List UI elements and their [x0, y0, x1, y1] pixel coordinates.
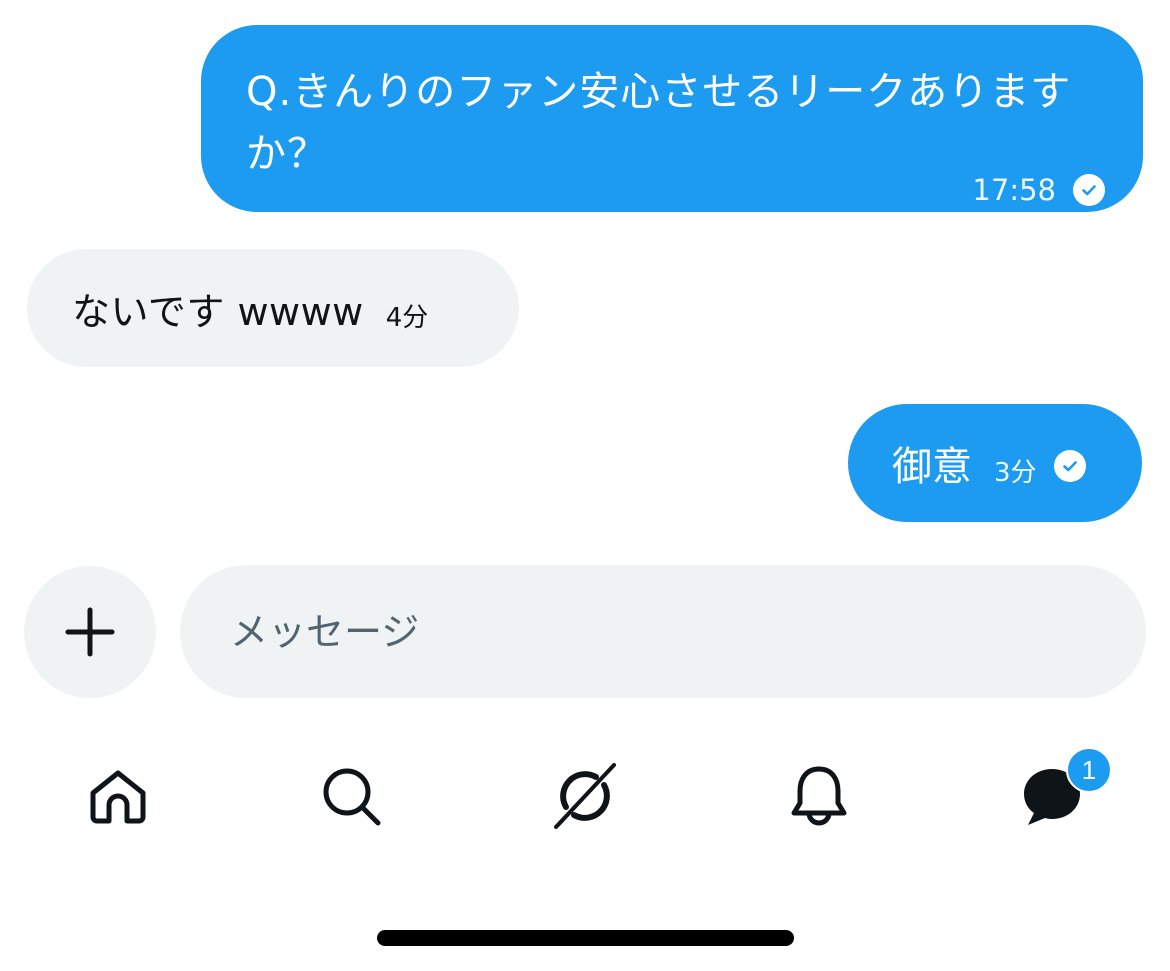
grok-icon — [554, 763, 616, 829]
message-input[interactable] — [230, 565, 1110, 698]
nav-grok-tab[interactable] — [549, 760, 621, 832]
nav-search-tab[interactable] — [315, 760, 387, 832]
plus-icon — [65, 607, 115, 657]
message-bubble-incoming[interactable]: ないです wwww 4分 — [27, 249, 519, 367]
message-bubble-outgoing[interactable]: Q.きんりのファン安心させるリークありますか？ 17:58 — [201, 25, 1143, 212]
home-indicator — [377, 930, 794, 946]
message-text: ないです wwww — [72, 289, 364, 334]
message-input-container[interactable] — [180, 565, 1146, 698]
read-check-icon — [1073, 174, 1105, 206]
message-time: 3分 — [994, 457, 1037, 488]
message-text: Q.きんりのファン安心させるリークありますか？ — [246, 69, 1072, 177]
nav-notifications-tab[interactable] — [783, 760, 855, 832]
read-check-icon — [1053, 450, 1086, 482]
messages-unread-badge: 1 — [1066, 747, 1112, 793]
home-icon — [90, 770, 146, 824]
message-text: 御意 — [892, 444, 972, 490]
message-bubble-outgoing[interactable]: 御意 3分 — [848, 404, 1142, 522]
message-time: 17:58 — [972, 173, 1056, 207]
message-meta: 17:58 — [972, 173, 1105, 207]
nav-home-tab[interactable] — [82, 760, 154, 832]
bell-icon — [791, 766, 847, 826]
search-icon — [323, 768, 381, 826]
add-attachment-button[interactable] — [24, 566, 156, 698]
message-time: 4分 — [385, 302, 429, 333]
